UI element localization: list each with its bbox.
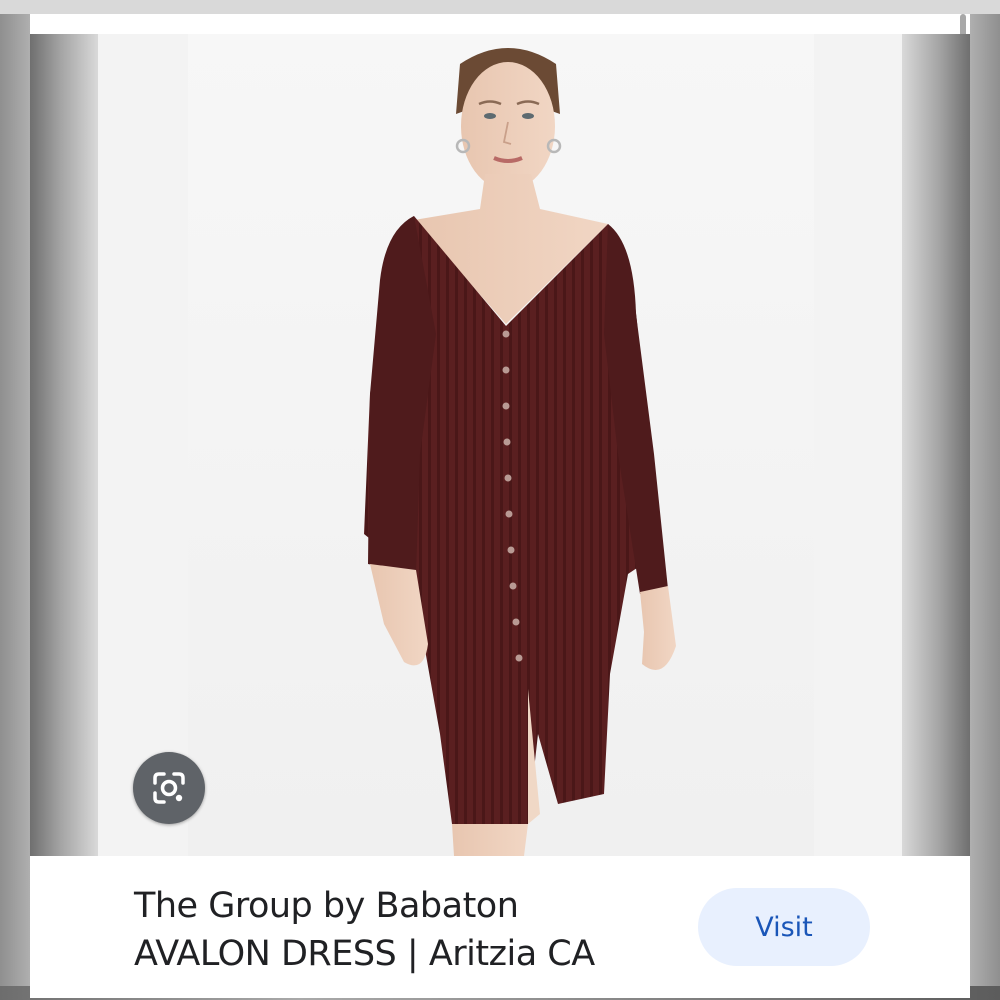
- google-lens-icon: [153, 772, 185, 804]
- product-title-line2: AVALON DRESS | Aritzia CA: [134, 934, 595, 974]
- google-lens-button[interactable]: [133, 752, 205, 824]
- top-strip: [0, 0, 1000, 14]
- product-title[interactable]: The Group by Babaton AVALON DRESS | Arit…: [134, 882, 674, 978]
- product-title-line1: The Group by Babaton: [134, 886, 519, 926]
- result-info-card[interactable]: The Group by Babaton AVALON DRESS | Arit…: [30, 856, 970, 998]
- visit-button[interactable]: Visit: [698, 888, 870, 966]
- search-result-screen: The Group by Babaton AVALON DRESS | Arit…: [30, 14, 970, 998]
- image-shade-right: [902, 34, 970, 856]
- image-shade-left: [30, 34, 98, 856]
- product-image-panel[interactable]: [30, 34, 970, 856]
- product-photo: [188, 34, 814, 856]
